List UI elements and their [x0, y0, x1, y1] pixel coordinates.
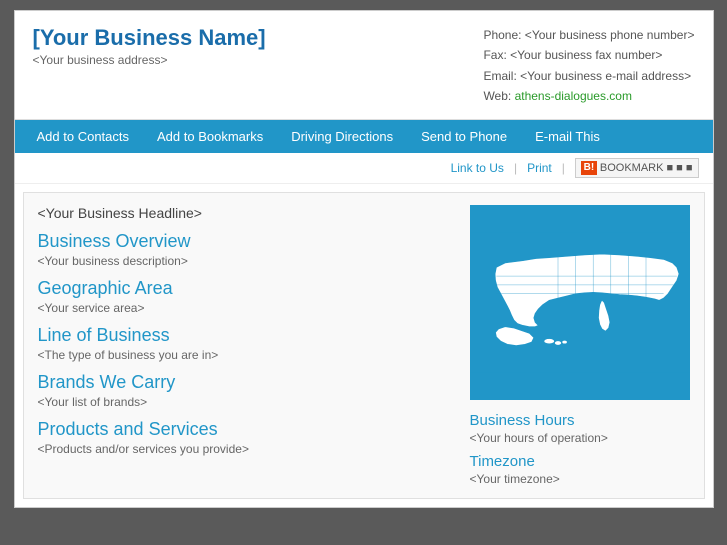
nav-driving-directions[interactable]: Driving Directions: [277, 120, 407, 153]
nav-add-contacts[interactable]: Add to Contacts: [23, 120, 144, 153]
separator-2: |: [562, 161, 565, 175]
section-desc-geo: <Your service area>: [38, 301, 454, 315]
business-hours-title: Business Hours: [470, 412, 690, 429]
email-info: Email: <Your business e-mail address>: [483, 66, 694, 86]
timezone-title: Timezone: [470, 453, 690, 470]
section-desc-lob: <The type of business you are in>: [38, 348, 454, 362]
business-name: [Your Business Name]: [33, 25, 266, 51]
page-wrapper: [Your Business Name] <Your business addr…: [14, 10, 714, 508]
main-content: <Your Business Headline> Business Overvi…: [23, 192, 705, 499]
bookmark-label: BOOKMARK: [600, 162, 664, 174]
section-desc-products: <Products and/or services you provide>: [38, 442, 454, 456]
nav-send-to-phone[interactable]: Send to Phone: [407, 120, 521, 153]
bookmark-box[interactable]: B! BOOKMARK ■ ■ ■: [575, 158, 699, 178]
bookmark-icons-extra: ■ ■ ■: [666, 162, 692, 174]
header-right: Phone: <Your business phone number> Fax:…: [483, 25, 694, 107]
fax-info: Fax: <Your business fax number>: [483, 45, 694, 65]
content-right: Business Hours <Your hours of operation>…: [470, 205, 690, 486]
section-desc-overview: <Your business description>: [38, 254, 454, 268]
business-headline: <Your Business Headline>: [38, 205, 454, 221]
separator-1: |: [514, 161, 517, 175]
link-to-us[interactable]: Link to Us: [451, 161, 504, 175]
section-title-lob: Line of Business: [38, 325, 454, 346]
utility-bar: Link to Us | Print | B! BOOKMARK ■ ■ ■: [15, 153, 713, 184]
nav-bar: Add to Contacts Add to Bookmarks Driving…: [15, 120, 713, 153]
web-link[interactable]: athens-dialogues.com: [515, 89, 632, 103]
section-title-geo: Geographic Area: [38, 278, 454, 299]
section-title-products: Products and Services: [38, 419, 454, 440]
content-left: <Your Business Headline> Business Overvi…: [38, 205, 454, 486]
section-desc-brands: <Your list of brands>: [38, 395, 454, 409]
business-hours-desc: <Your hours of operation>: [470, 431, 690, 445]
section-title-overview: Business Overview: [38, 231, 454, 252]
phone-info: Phone: <Your business phone number>: [483, 25, 694, 45]
business-address: <Your business address>: [33, 53, 266, 67]
us-map-svg: [470, 205, 690, 400]
nav-add-bookmarks[interactable]: Add to Bookmarks: [143, 120, 277, 153]
web-info: Web: athens-dialogues.com: [483, 86, 694, 106]
us-map: [470, 205, 690, 400]
header: [Your Business Name] <Your business addr…: [15, 11, 713, 120]
bookmark-icon: B!: [581, 161, 597, 175]
section-title-brands: Brands We Carry: [38, 372, 454, 393]
print-link[interactable]: Print: [527, 161, 552, 175]
web-label: Web:: [483, 89, 514, 103]
nav-email-this[interactable]: E-mail This: [521, 120, 614, 153]
timezone-desc: <Your timezone>: [470, 472, 690, 486]
header-left: [Your Business Name] <Your business addr…: [33, 25, 266, 67]
